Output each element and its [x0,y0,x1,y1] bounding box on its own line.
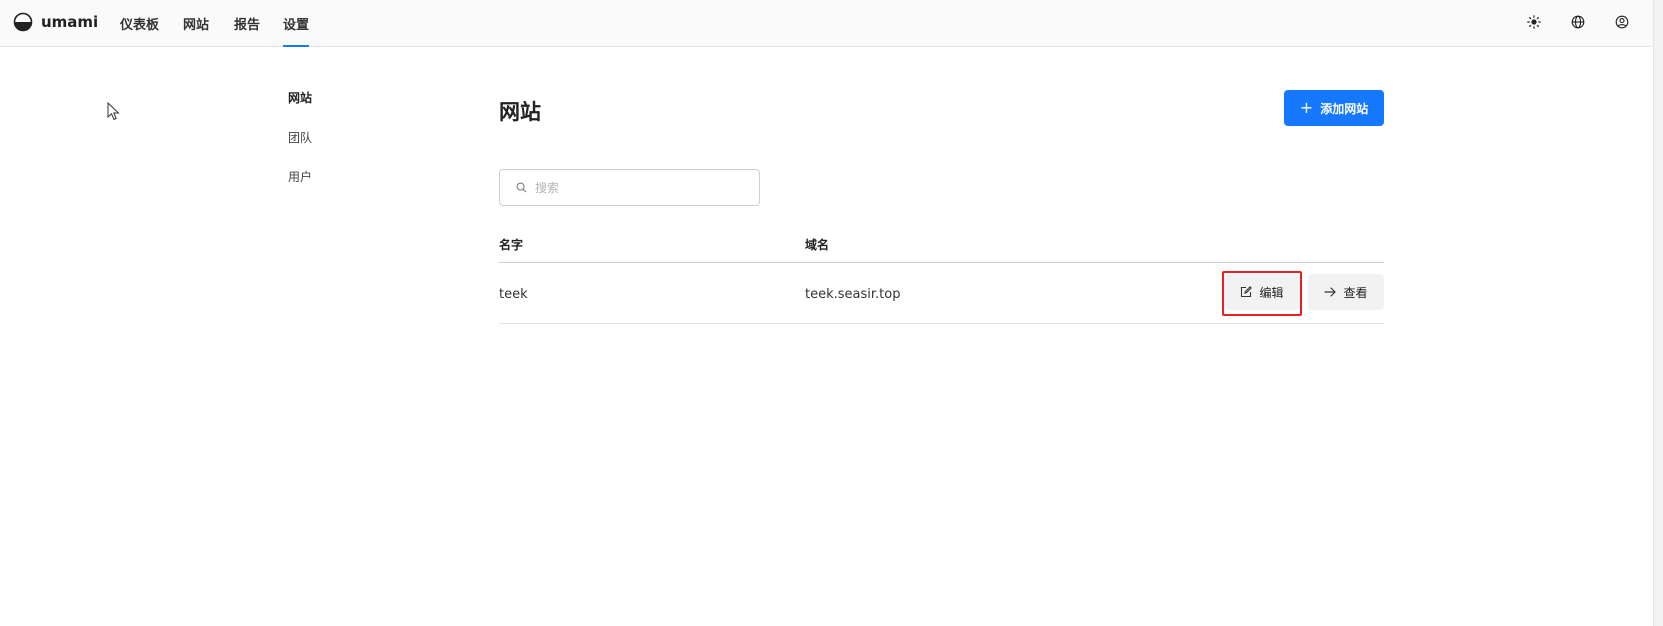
view-button[interactable]: 查看 [1308,274,1384,310]
scrollbar[interactable] [1653,0,1663,626]
nav-reports[interactable]: 报告 [234,14,260,33]
app-window: umami 仪表板 网站 报告 设置 网站 团队 用户 网站 + 添加网站 搜索… [0,0,1663,626]
nav-active-indicator [283,45,309,47]
edit-button[interactable]: 编辑 [1224,274,1300,310]
website-domain-cell: teek.seasir.top [805,287,901,302]
view-label: 查看 [1343,285,1368,300]
top-navbar: umami 仪表板 网站 报告 设置 [0,0,1653,47]
column-header-name: 名字 [499,238,524,252]
table-header-divider [499,262,1384,263]
plus-icon: + [1299,98,1314,117]
edit-label: 编辑 [1259,285,1284,300]
page-title: 网站 [499,100,541,124]
mouse-cursor-icon [107,102,120,121]
logo[interactable]: umami [13,12,98,32]
nav-settings[interactable]: 设置 [283,14,309,33]
nav-dashboard[interactable]: 仪表板 [120,14,159,33]
arrow-right-icon [1324,286,1337,298]
table-row-divider [499,323,1384,324]
website-name-cell: teek [499,287,528,302]
edit-icon [1240,286,1253,298]
sun-icon[interactable] [1526,14,1542,30]
add-website-label: 添加网站 [1320,101,1369,116]
search-input[interactable] [535,180,735,195]
column-header-domain: 域名 [805,238,830,252]
app-name: umami [41,13,99,31]
search-icon [516,182,527,193]
add-website-button[interactable]: + 添加网站 [1284,90,1384,126]
globe-icon[interactable] [1570,14,1586,30]
nav-websites[interactable]: 网站 [183,14,209,33]
umami-logo-icon [13,12,33,32]
settings-menu-teams[interactable]: 团队 [288,129,312,146]
user-circle-icon[interactable] [1614,14,1630,30]
settings-menu-websites[interactable]: 网站 [288,89,312,106]
settings-menu-users[interactable]: 用户 [288,168,312,185]
search-box [499,169,760,206]
